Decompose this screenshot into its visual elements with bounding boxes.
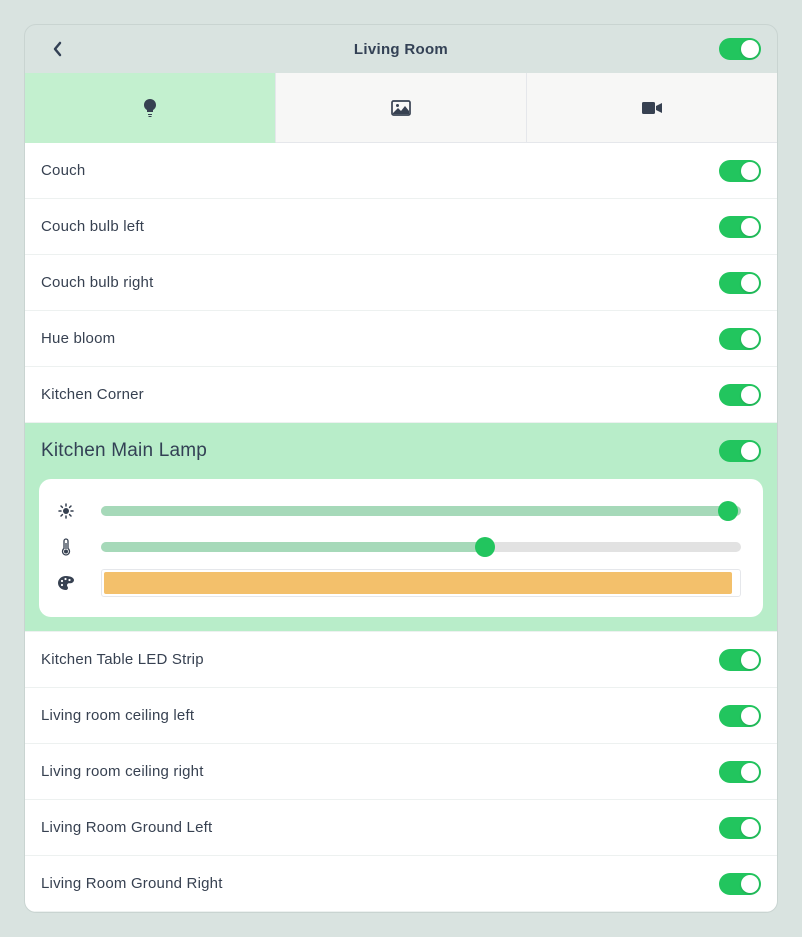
slider-fill (101, 542, 485, 552)
light-label: Living Room Ground Left (41, 819, 212, 836)
light-row[interactable]: Living room ceiling right (25, 744, 777, 800)
light-row[interactable]: Kitchen Table LED Strip (25, 632, 777, 688)
bulb-icon (142, 98, 158, 118)
light-row[interactable]: Living Room Ground Right (25, 856, 777, 912)
brightness-control (57, 493, 741, 529)
thermometer-icon (57, 538, 75, 556)
panel-header: Living Room (25, 25, 777, 73)
light-toggle[interactable] (719, 817, 761, 839)
color-swatch (104, 572, 732, 594)
color-control (57, 565, 741, 601)
room-panel: Living Room CouchCou (24, 24, 778, 913)
light-label: Couch bulb left (41, 218, 144, 235)
toggle-knob (741, 651, 759, 669)
toggle-knob (741, 218, 759, 236)
brightness-icon (57, 503, 75, 519)
light-controls-card (39, 479, 763, 617)
light-toggle[interactable] (719, 272, 761, 294)
light-toggle[interactable] (719, 873, 761, 895)
light-toggle[interactable] (719, 160, 761, 182)
master-toggle[interactable] (719, 38, 761, 60)
temperature-slider[interactable] (101, 542, 741, 552)
light-label: Couch bulb right (41, 274, 153, 291)
light-label: Couch (41, 162, 85, 179)
light-toggle[interactable] (719, 705, 761, 727)
light-toggle[interactable] (719, 384, 761, 406)
toggle-knob (741, 330, 759, 348)
light-toggle[interactable] (719, 649, 761, 671)
light-label: Living Room Ground Right (41, 875, 223, 892)
brightness-slider[interactable] (101, 506, 741, 516)
light-row[interactable]: Hue bloom (25, 311, 777, 367)
light-label: Hue bloom (41, 330, 115, 347)
picture-icon (391, 100, 411, 116)
light-row[interactable]: Couch bulb right (25, 255, 777, 311)
light-row[interactable]: Couch (25, 143, 777, 199)
toggle-knob (741, 819, 759, 837)
expanded-light-section: Kitchen Main Lamp (25, 423, 777, 632)
light-row[interactable]: Kitchen Main Lamp (25, 423, 777, 479)
palette-icon (57, 575, 75, 591)
light-toggle[interactable] (719, 328, 761, 350)
temperature-control (57, 529, 741, 565)
light-label: Kitchen Table LED Strip (41, 651, 204, 668)
light-toggle[interactable] (719, 216, 761, 238)
tab-scenes[interactable] (276, 73, 527, 143)
light-row[interactable]: Living room ceiling left (25, 688, 777, 744)
slider-thumb[interactable] (718, 501, 738, 521)
light-toggle[interactable] (719, 440, 761, 462)
back-button[interactable] (41, 33, 73, 65)
light-label: Living room ceiling right (41, 763, 204, 780)
tab-lights[interactable] (25, 73, 276, 143)
toggle-knob (741, 40, 759, 58)
video-icon (641, 101, 663, 115)
toggle-knob (741, 763, 759, 781)
light-row[interactable]: Couch bulb left (25, 199, 777, 255)
slider-thumb[interactable] (475, 537, 495, 557)
page-title: Living Room (354, 41, 448, 58)
light-row[interactable]: Living Room Ground Left (25, 800, 777, 856)
tab-video[interactable] (527, 73, 777, 143)
slider-fill (101, 506, 741, 516)
toggle-knob (741, 707, 759, 725)
tab-bar (25, 73, 777, 143)
toggle-knob (741, 875, 759, 893)
color-picker[interactable] (101, 569, 741, 597)
light-toggle[interactable] (719, 761, 761, 783)
toggle-knob (741, 442, 759, 460)
toggle-knob (741, 274, 759, 292)
lights-list: Couch Couch bulb left Couch bulb right Hue … (25, 143, 777, 912)
light-label: Kitchen Main Lamp (41, 440, 207, 462)
toggle-knob (741, 386, 759, 404)
light-label: Kitchen Corner (41, 386, 144, 403)
light-row[interactable]: Kitchen Corner (25, 367, 777, 423)
light-label: Living room ceiling left (41, 707, 194, 724)
toggle-knob (741, 162, 759, 180)
chevron-left-icon (52, 41, 62, 57)
